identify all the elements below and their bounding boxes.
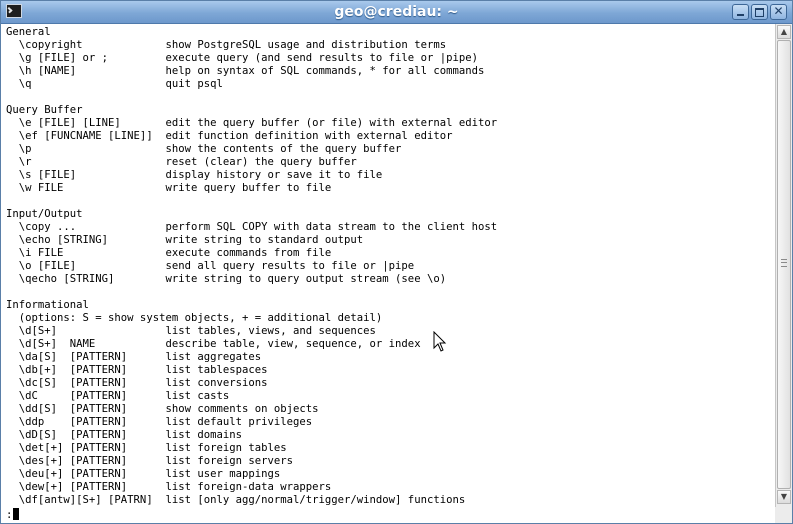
terminal-line: \da[S] [PATTERN] list aggregates: [6, 351, 262, 363]
scrollbar-thumb[interactable]: [777, 40, 791, 489]
terminal-line: \dc[S] [PATTERN] list conversions: [6, 377, 268, 389]
terminal-line: \dD[S] [PATTERN] list domains: [6, 429, 242, 441]
terminal-line: \dew[+] [PATTERN] list foreign-data wrap…: [6, 481, 332, 493]
minimize-icon: [737, 14, 744, 16]
pager-prompt: :: [6, 509, 13, 521]
terminal-line: \ddp [PATTERN] list default privileges: [6, 416, 313, 428]
terminal-line: \r reset (clear) the query buffer: [6, 156, 357, 168]
close-icon: ✕: [773, 4, 784, 18]
terminal-line: \g [FILE] or ; execute query (and send r…: [6, 52, 478, 64]
terminal-line: \d[S+] list tables, views, and sequences: [6, 325, 376, 337]
terminal-line: \ef [FUNCNAME [LINE]] edit function defi…: [6, 130, 453, 142]
minimize-button[interactable]: [732, 4, 749, 20]
terminal-line: \dC [PATTERN] list casts: [6, 390, 230, 402]
terminal-line: \det[+] [PATTERN] list foreign tables: [6, 442, 287, 454]
terminal-line: \h [NAME] help on syntax of SQL commands…: [6, 65, 485, 77]
arrow-down-icon: ▼: [780, 492, 788, 501]
scroll-down-button[interactable]: ▼: [777, 490, 791, 504]
terminal-line: \o [FILE] send all query results to file…: [6, 260, 415, 272]
terminal-line: \q quit psql: [6, 78, 223, 90]
close-button[interactable]: ✕: [770, 4, 787, 20]
title-bar[interactable]: geo@crediau: ~ ✕: [1, 1, 792, 24]
terminal-line: \db[+] [PATTERN] list tablespaces: [6, 364, 268, 376]
terminal-line: \echo [STRING] write string to standard …: [6, 234, 364, 246]
terminal-line: General: [6, 26, 51, 38]
terminal-line: \des[+] [PATTERN] list foreign servers: [6, 455, 294, 467]
vertical-scrollbar[interactable]: ▲ ▼: [775, 24, 792, 523]
terminal-line: \w FILE write query buffer to file: [6, 182, 332, 194]
grip-icon: [781, 259, 787, 267]
terminal-line: \df[antw][S+] [PATRN] list [only agg/nor…: [6, 494, 466, 506]
mouse-pointer-icon: [433, 331, 447, 352]
terminal-output[interactable]: General \copyright show PostgreSQL usage…: [1, 24, 775, 523]
terminal-line: \copy ... perform SQL COPY with data str…: [6, 221, 498, 233]
terminal-line: \copyright show PostgreSQL usage and dis…: [6, 39, 447, 51]
terminal-line: \i FILE execute commands from file: [6, 247, 332, 259]
terminal-line: \e [FILE] [LINE] edit the query buffer (…: [6, 117, 498, 129]
arrow-up-icon: ▲: [780, 27, 788, 36]
terminal-line: \qecho [STRING] write string to query ou…: [6, 273, 447, 285]
terminal-line: \p show the contents of the query buffer: [6, 143, 402, 155]
terminal-line: \s [FILE] display history or save it to …: [6, 169, 383, 181]
terminal-line: \d[S+] NAME describe table, view, sequen…: [6, 338, 421, 350]
pager-prompt-line[interactable]: :: [6, 508, 20, 521]
window-title: geo@crediau: ~: [334, 4, 459, 20]
resize-grip[interactable]: [775, 507, 792, 523]
maximize-button[interactable]: [751, 4, 768, 20]
terminal-line: Query Buffer: [6, 104, 83, 116]
terminal-line: \dd[S] [PATTERN] show comments on object…: [6, 403, 319, 415]
terminal-line: Input/Output: [6, 208, 83, 220]
text-cursor: [13, 508, 20, 520]
terminal-line: (options: S = show system objects, + = a…: [6, 312, 383, 324]
scroll-up-button[interactable]: ▲: [777, 25, 791, 39]
psql-help-text: General \copyright show PostgreSQL usage…: [1, 24, 775, 507]
terminal-window: geo@crediau: ~ ✕ General \copyright show…: [0, 0, 793, 524]
maximize-icon: [755, 8, 764, 17]
terminal-line: \deu[+] [PATTERN] list user mappings: [6, 468, 281, 480]
terminal-line: Informational: [6, 299, 89, 311]
